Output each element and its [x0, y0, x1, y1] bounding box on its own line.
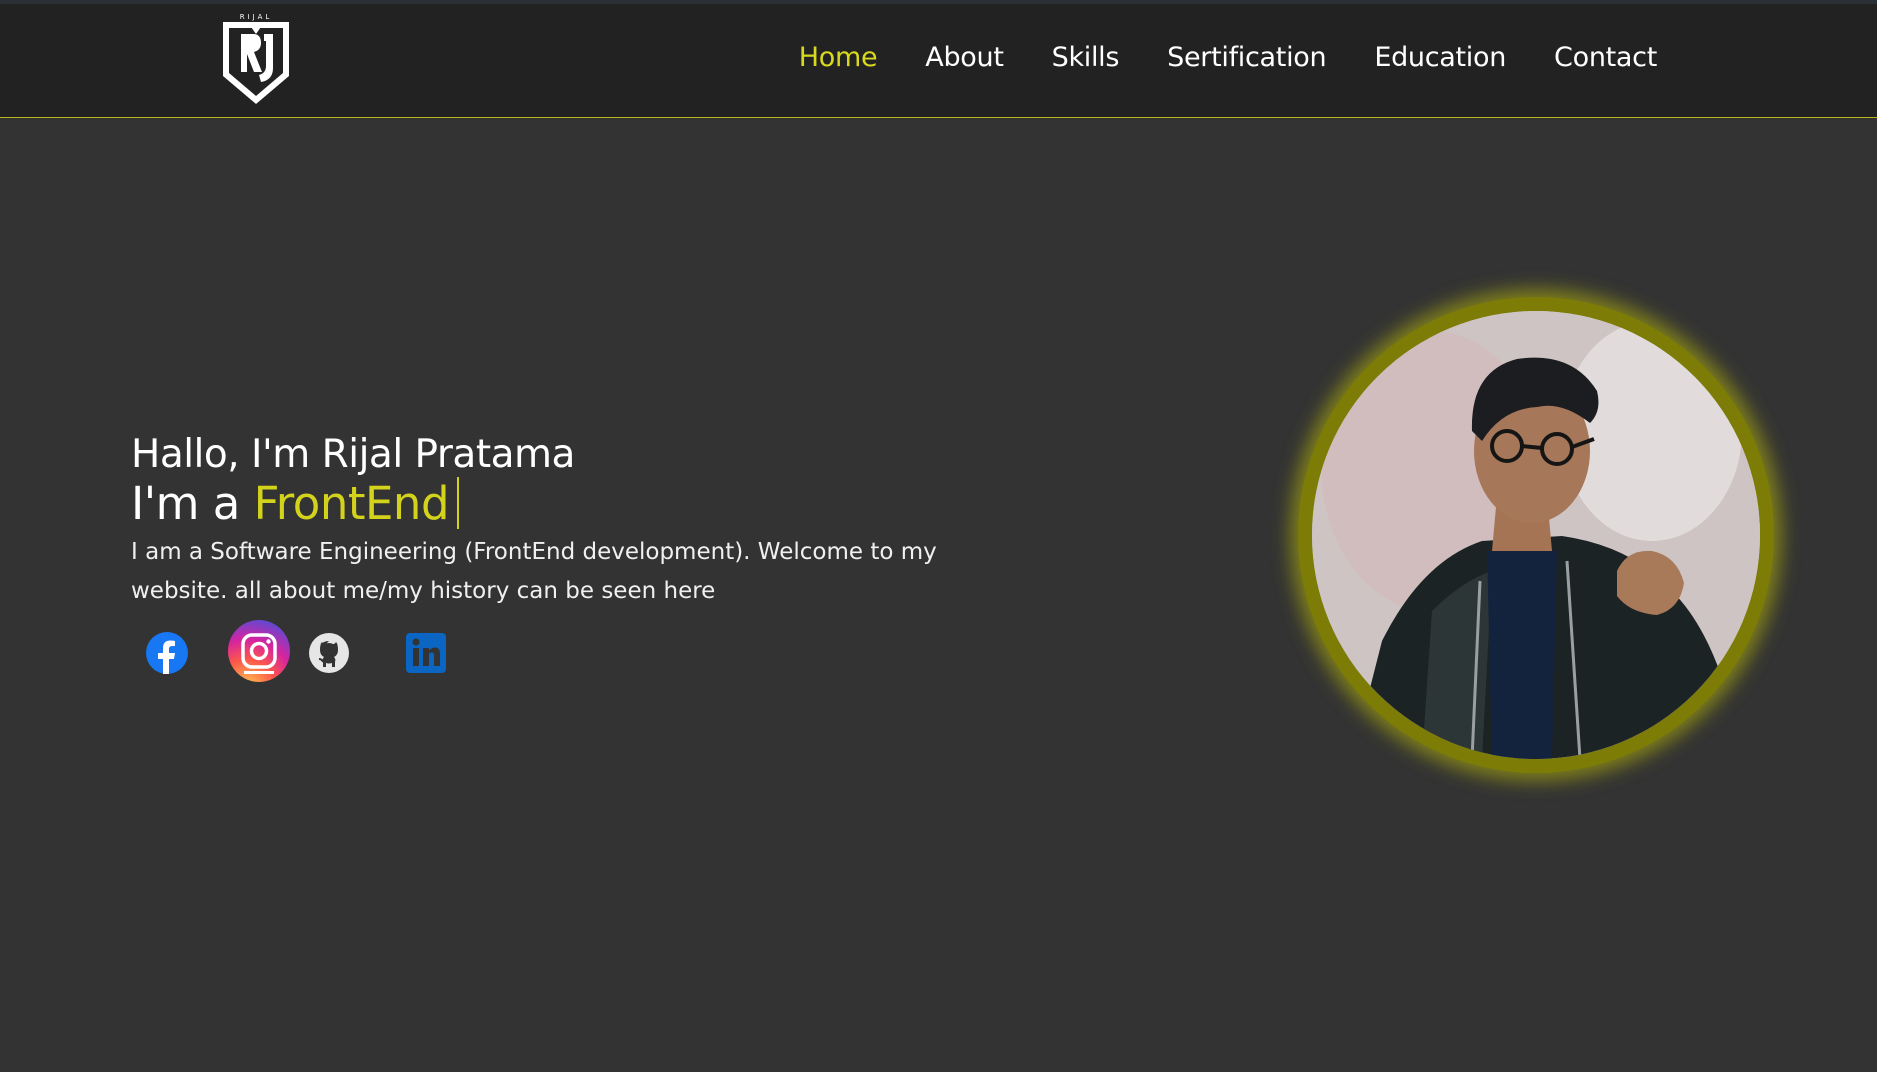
main-nav: Home About Skills Sertification Educatio…: [751, 42, 1658, 73]
instagram-icon[interactable]: [228, 620, 290, 682]
hero-section: Hallo, I'm Rijal Pratama I'm a FrontEnd …: [131, 433, 1031, 634]
hero-greeting: Hallo, I'm Rijal Pratama: [131, 432, 575, 477]
hero-role: I'm a FrontEnd: [131, 477, 1031, 529]
typing-cursor: [457, 477, 460, 529]
nav-about[interactable]: About: [925, 42, 1004, 73]
navbar: RIJAL Home About Skills Sertification Ed…: [0, 4, 1877, 118]
svg-text:RIJAL: RIJAL: [240, 13, 273, 21]
profile-photo-frame: [1298, 297, 1774, 773]
site-logo[interactable]: RIJAL: [219, 10, 293, 106]
nav-skills[interactable]: Skills: [1052, 42, 1120, 73]
role-highlight: FrontEnd: [253, 477, 450, 530]
hero-description: I am a Software Engineering (FrontEnd de…: [131, 539, 937, 604]
nav-contact[interactable]: Contact: [1554, 42, 1657, 73]
nav-education[interactable]: Education: [1374, 42, 1506, 73]
role-prefix: I'm a: [131, 477, 240, 530]
profile-photo: [1312, 311, 1760, 759]
nav-sertification[interactable]: Sertification: [1167, 42, 1326, 73]
github-icon[interactable]: [308, 632, 350, 674]
linkedin-icon[interactable]: [406, 633, 446, 673]
facebook-icon[interactable]: [146, 632, 188, 674]
nav-home[interactable]: Home: [799, 42, 878, 73]
logo-shield-icon: RIJAL: [223, 13, 289, 104]
